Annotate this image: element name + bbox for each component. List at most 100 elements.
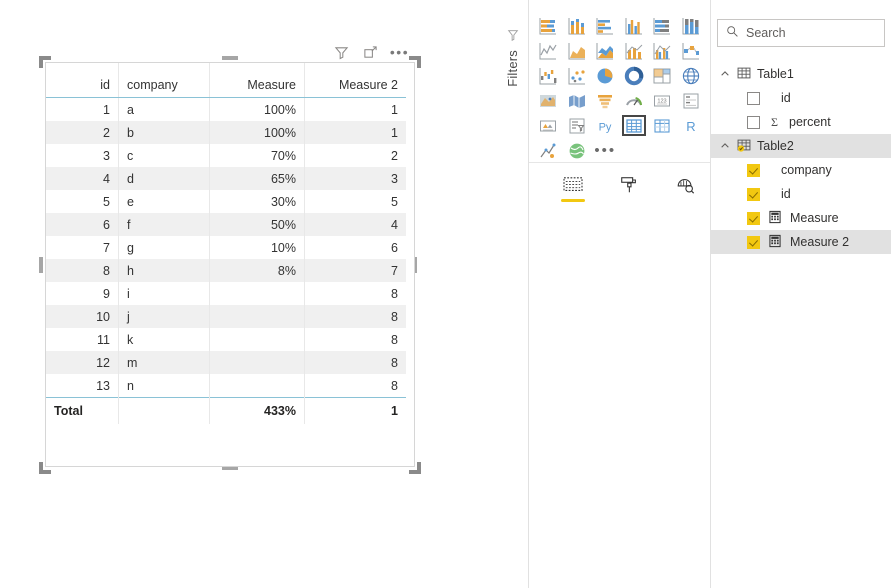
cell-company: a — [118, 97, 210, 121]
treemap-icon[interactable] — [648, 63, 677, 88]
stacked-column-chart-icon[interactable] — [563, 13, 592, 38]
pie-chart-icon[interactable] — [591, 63, 620, 88]
table-row[interactable]: 5 e 30% 5 — [46, 190, 406, 213]
map-icon[interactable] — [677, 63, 706, 88]
more-visuals-icon[interactable]: ••• — [591, 138, 620, 163]
filled-map-icon[interactable] — [534, 88, 563, 113]
line-clustered-column-chart-icon[interactable] — [648, 38, 677, 63]
cell-id: 13 — [46, 374, 119, 398]
report-canvas: ••• id company Measure Measure 2 1 a 100… — [0, 0, 490, 588]
cell-id: 2 — [46, 121, 119, 144]
cell-id: 11 — [46, 328, 119, 351]
matrix-visual-icon[interactable] — [648, 113, 677, 138]
search-input[interactable]: Search — [717, 19, 885, 47]
cell-id: 9 — [46, 282, 119, 305]
fields-field-row[interactable]: id — [711, 182, 891, 206]
fields-table-name: Table1 — [757, 67, 794, 81]
field-name: Measure — [790, 211, 839, 225]
table-row[interactable]: 3 c 70% 2 — [46, 144, 406, 167]
table-row[interactable]: 8 h 8% 7 — [46, 259, 406, 282]
cell-id: 12 — [46, 351, 119, 374]
fields-field-row[interactable]: Measure 2 — [711, 230, 891, 254]
area-chart-icon[interactable] — [563, 38, 592, 63]
cell-company: e — [118, 190, 210, 213]
cell-measure-2: 8 — [391, 332, 398, 347]
r-script-visual-icon[interactable]: R — [677, 113, 706, 138]
shape-map-icon[interactable] — [563, 88, 592, 113]
fields-field-row[interactable]: id — [711, 86, 891, 110]
chevron-up-icon[interactable] — [719, 68, 731, 80]
table-row[interactable]: 1 a 100% 1 — [46, 97, 406, 121]
table-row[interactable]: 11 k 8 — [46, 328, 406, 351]
waterfall-chart-icon[interactable] — [534, 63, 563, 88]
format-tab[interactable] — [615, 172, 643, 198]
filters-pane-collapsed[interactable]: Filters — [498, 0, 529, 588]
clustered-bar-chart-icon[interactable] — [591, 13, 620, 38]
card-icon[interactable]: 123 — [648, 88, 677, 113]
funnel-chart-icon[interactable] — [591, 88, 620, 113]
fields-tab[interactable] — [559, 172, 587, 202]
column-header-company[interactable]: company — [118, 63, 210, 98]
multi-row-card-icon[interactable] — [677, 88, 706, 113]
field-checkbox[interactable] — [747, 211, 760, 225]
table-row[interactable]: 2 b 100% 1 — [46, 121, 406, 144]
column-header-id[interactable]: id — [46, 63, 119, 98]
column-header-measure[interactable]: Measure — [209, 63, 305, 98]
filter-icon[interactable] — [333, 44, 350, 61]
field-checkbox[interactable] — [747, 91, 760, 105]
cell-measure — [209, 351, 305, 374]
line-stacked-column-chart-icon[interactable] — [620, 38, 649, 63]
fields-field-row[interactable]: company — [711, 158, 891, 182]
arcgis-map-icon[interactable] — [563, 138, 592, 163]
fields-table-row[interactable]: Table2 — [711, 134, 891, 158]
cell-id: 3 — [46, 144, 119, 167]
field-checkbox[interactable] — [747, 187, 760, 201]
field-name: Measure 2 — [790, 235, 850, 249]
table-row[interactable]: 7 g 10% 6 — [46, 236, 406, 259]
scatter-chart-icon[interactable] — [563, 63, 592, 88]
more-options-icon[interactable]: ••• — [390, 44, 408, 61]
resize-handle-top[interactable] — [222, 56, 238, 60]
field-checkbox[interactable] — [747, 235, 760, 249]
python-visual-icon[interactable]: Py — [591, 113, 620, 138]
kpi-icon[interactable] — [534, 113, 563, 138]
field-checkbox[interactable] — [747, 163, 760, 177]
analytics-tab[interactable] — [671, 172, 699, 198]
stacked-area-chart-icon[interactable] — [591, 38, 620, 63]
field-checkbox[interactable] — [747, 115, 760, 129]
gauge-chart-icon[interactable] — [620, 88, 649, 113]
table-header-row: id company Measure Measure 2 — [46, 63, 406, 98]
filter-expand-icon[interactable] — [506, 28, 520, 42]
table-row[interactable]: 12 m 8 — [46, 351, 406, 374]
ribbon-chart-icon[interactable] — [677, 38, 706, 63]
cell-measure-2: 8 — [391, 286, 398, 301]
key-influencers-icon[interactable] — [534, 138, 563, 163]
line-chart-icon[interactable] — [534, 38, 563, 63]
clustered-column-chart-icon[interactable] — [620, 13, 649, 38]
focus-mode-icon[interactable] — [362, 44, 379, 61]
hundred-percent-stacked-bar-chart-icon[interactable] — [648, 13, 677, 38]
resize-handle-left[interactable] — [39, 257, 43, 273]
slicer-icon[interactable] — [563, 113, 592, 138]
table-row[interactable]: 4 d 65% 3 — [46, 167, 406, 190]
table-visual-icon[interactable] — [620, 113, 649, 138]
hundred-percent-stacked-column-chart-icon[interactable] — [677, 13, 706, 38]
chevron-up-icon[interactable] — [719, 140, 731, 152]
total-label: Total — [46, 397, 119, 424]
fields-table-row[interactable]: Table1 — [711, 62, 891, 86]
donut-chart-icon[interactable] — [620, 63, 649, 88]
table-total-row: Total 433% 1 — [46, 397, 406, 424]
column-header-measure-2[interactable]: Measure 2 — [304, 63, 406, 98]
fields-field-row[interactable]: Σpercent — [711, 110, 891, 134]
table-row[interactable]: 6 f 50% 4 — [46, 213, 406, 236]
search-placeholder: Search — [746, 26, 786, 40]
table-visual[interactable]: id company Measure Measure 2 1 a 100% 1 2 b 10… — [45, 62, 415, 467]
table-row[interactable]: 10 j 8 — [46, 305, 406, 328]
table-icon — [737, 66, 751, 83]
table-row[interactable]: 13 n 8 — [46, 374, 406, 398]
svg-text:123: 123 — [658, 98, 667, 104]
field-name: id — [781, 187, 791, 201]
fields-field-row[interactable]: Measure — [711, 206, 891, 230]
table-row[interactable]: 9i 8 — [46, 282, 406, 305]
stacked-bar-chart-icon[interactable] — [534, 13, 563, 38]
